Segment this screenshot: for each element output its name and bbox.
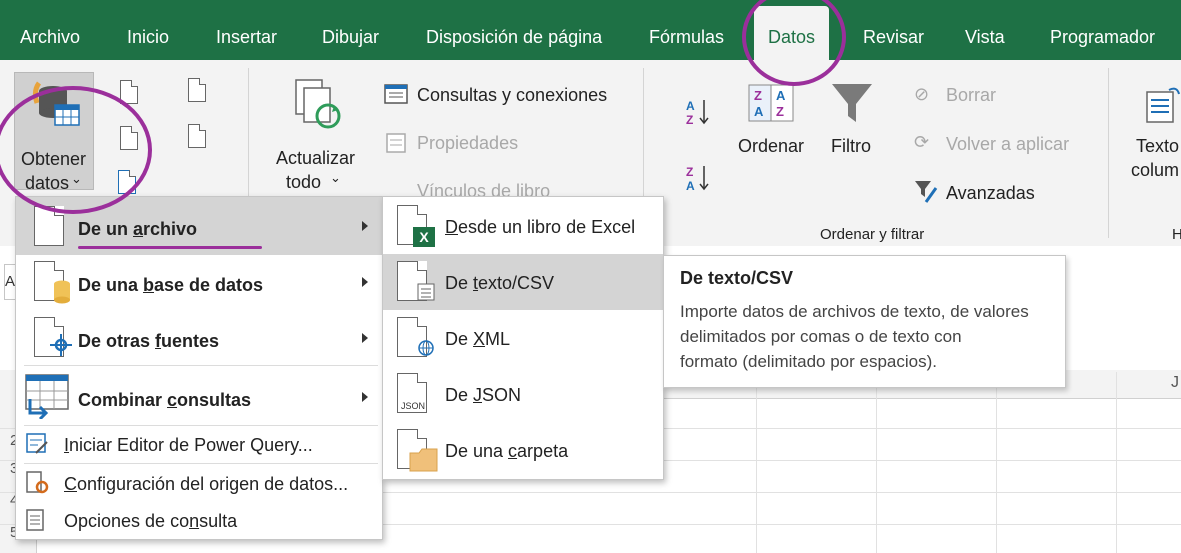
reapply-button[interactable]: Volver a aplicar: [946, 134, 1069, 155]
tab-insertar[interactable]: Insertar: [216, 0, 277, 60]
json-icon-label: JSON: [401, 401, 426, 411]
menu-item-from-xml[interactable]: De XML: [445, 329, 510, 350]
existing-connections-icon[interactable]: [188, 124, 206, 148]
folder-icon: [409, 448, 438, 472]
gridline: [876, 372, 877, 553]
text-to-columns-label-2[interactable]: colum: [1131, 160, 1179, 181]
svg-text:A: A: [686, 179, 695, 192]
sort-filter-group-label: Ordenar y filtrar: [820, 226, 925, 243]
tooltip-text-2: delimitados por comas o de texto con: [680, 327, 962, 346]
menu-item-from-workbook[interactable]: Desde un libro de Excel: [445, 217, 635, 238]
text-lines-icon: [417, 283, 435, 301]
tab-programador[interactable]: Programador: [1050, 0, 1155, 60]
svg-text:Z: Z: [754, 88, 762, 103]
menu-item-from-database[interactable]: De una base de datos: [78, 275, 263, 296]
menu-item-from-text[interactable]: De texto/CSV: [445, 273, 554, 294]
text-to-columns-label-1[interactable]: Texto: [1136, 136, 1179, 157]
svg-text:A: A: [686, 99, 695, 113]
query-options-icon: [26, 509, 44, 531]
combine-queries-icon: [25, 374, 69, 419]
separator: [24, 365, 378, 366]
tab-vista[interactable]: Vista: [965, 0, 1005, 60]
column-header[interactable]: J: [1171, 374, 1179, 392]
sort-az-icon[interactable]: A Z: [686, 98, 712, 126]
queries-connections-icon: [384, 84, 408, 104]
chevron-right-icon: [362, 333, 368, 343]
svg-text:A: A: [776, 88, 786, 103]
tab-formulas[interactable]: Fórmulas: [649, 0, 724, 60]
gridline: [996, 372, 997, 553]
menu-item-query-options[interactable]: Opciones de consulta: [64, 511, 237, 532]
svg-text:Z: Z: [686, 165, 693, 179]
chevron-right-icon: [362, 277, 368, 287]
separator: [1108, 68, 1109, 238]
sort-dialog-icon: Z A A Z: [748, 84, 794, 122]
tooltip: De texto/CSV Importe datos de archivos d…: [663, 255, 1066, 388]
separator: [24, 463, 378, 464]
separator: [24, 425, 378, 426]
sort-za-icon[interactable]: Z A: [686, 164, 712, 192]
ribbon-tab-bar: Archivo Inicio Insertar Dibujar Disposic…: [0, 0, 1181, 60]
sort-button[interactable]: Ordenar: [738, 136, 804, 157]
menu-item-from-file[interactable]: De un archivo: [78, 219, 197, 240]
database-cylinder-icon: [54, 280, 70, 304]
annotation-underline: [78, 246, 262, 249]
data-tools-group-label: H: [1172, 226, 1181, 243]
advanced-button[interactable]: Avanzadas: [946, 183, 1035, 204]
from-file-submenu: X Desde un libro de Excel De texto/CSV D…: [382, 196, 664, 480]
tooltip-text-1: Importe datos de archivos de texto, de v…: [680, 302, 1029, 321]
svg-text:A: A: [754, 104, 764, 119]
menu-item-from-json[interactable]: De JSON: [445, 385, 521, 406]
chevron-right-icon: [362, 221, 368, 231]
advanced-filter-icon: [915, 181, 938, 203]
menu-item-from-folder[interactable]: De una carpeta: [445, 441, 568, 462]
annotation-circle-get-data: [0, 86, 152, 214]
menu-item-datasource-settings[interactable]: Configuración del origen de datos...: [64, 474, 348, 495]
refresh-all-label-2[interactable]: todo: [286, 172, 321, 193]
refresh-all-icon[interactable]: [294, 78, 344, 130]
gridline: [756, 372, 757, 553]
queries-connections-button[interactable]: Consultas y conexiones: [417, 85, 607, 106]
svg-text:Z: Z: [686, 113, 693, 126]
recent-sources-icon[interactable]: [188, 78, 206, 102]
menu-item-power-query[interactable]: Iniciar Editor de Power Query...: [64, 435, 313, 456]
tab-disposicion[interactable]: Disposición de página: [426, 0, 602, 60]
filter-button[interactable]: Filtro: [831, 136, 871, 157]
chevron-right-icon: [362, 392, 368, 402]
filter-funnel-icon: [832, 84, 872, 122]
reapply-icon: ⟳: [914, 132, 930, 152]
menu-item-combine[interactable]: Combinar consultas: [78, 390, 251, 411]
excel-icon: X: [413, 227, 435, 247]
tooltip-title: De texto/CSV: [680, 268, 794, 288]
properties-icon: [386, 133, 406, 153]
text-to-columns-icon: [1146, 87, 1180, 123]
clear-filter-icon: ⊘: [914, 84, 930, 104]
refresh-all-label-1[interactable]: Actualizar: [276, 148, 355, 169]
xml-globe-icon: [418, 340, 434, 356]
chevron-down-icon: ⌄: [330, 170, 341, 185]
datasource-settings-icon: [26, 471, 49, 494]
tooltip-text-3: formato (delimitado por espacios).: [680, 352, 938, 371]
tab-dibujar[interactable]: Dibujar: [322, 0, 379, 60]
tab-revisar[interactable]: Revisar: [863, 0, 924, 60]
tab-archivo[interactable]: Archivo: [20, 0, 80, 60]
gridline: [1116, 372, 1117, 553]
target-icon: [50, 334, 72, 356]
tab-inicio[interactable]: Inicio: [127, 0, 169, 60]
power-query-editor-icon: [26, 433, 48, 454]
properties-button[interactable]: Propiedades: [417, 133, 518, 154]
svg-text:Z: Z: [776, 104, 784, 119]
menu-item-from-other[interactable]: De otras fuentes: [78, 331, 219, 352]
clear-button[interactable]: Borrar: [946, 85, 996, 106]
